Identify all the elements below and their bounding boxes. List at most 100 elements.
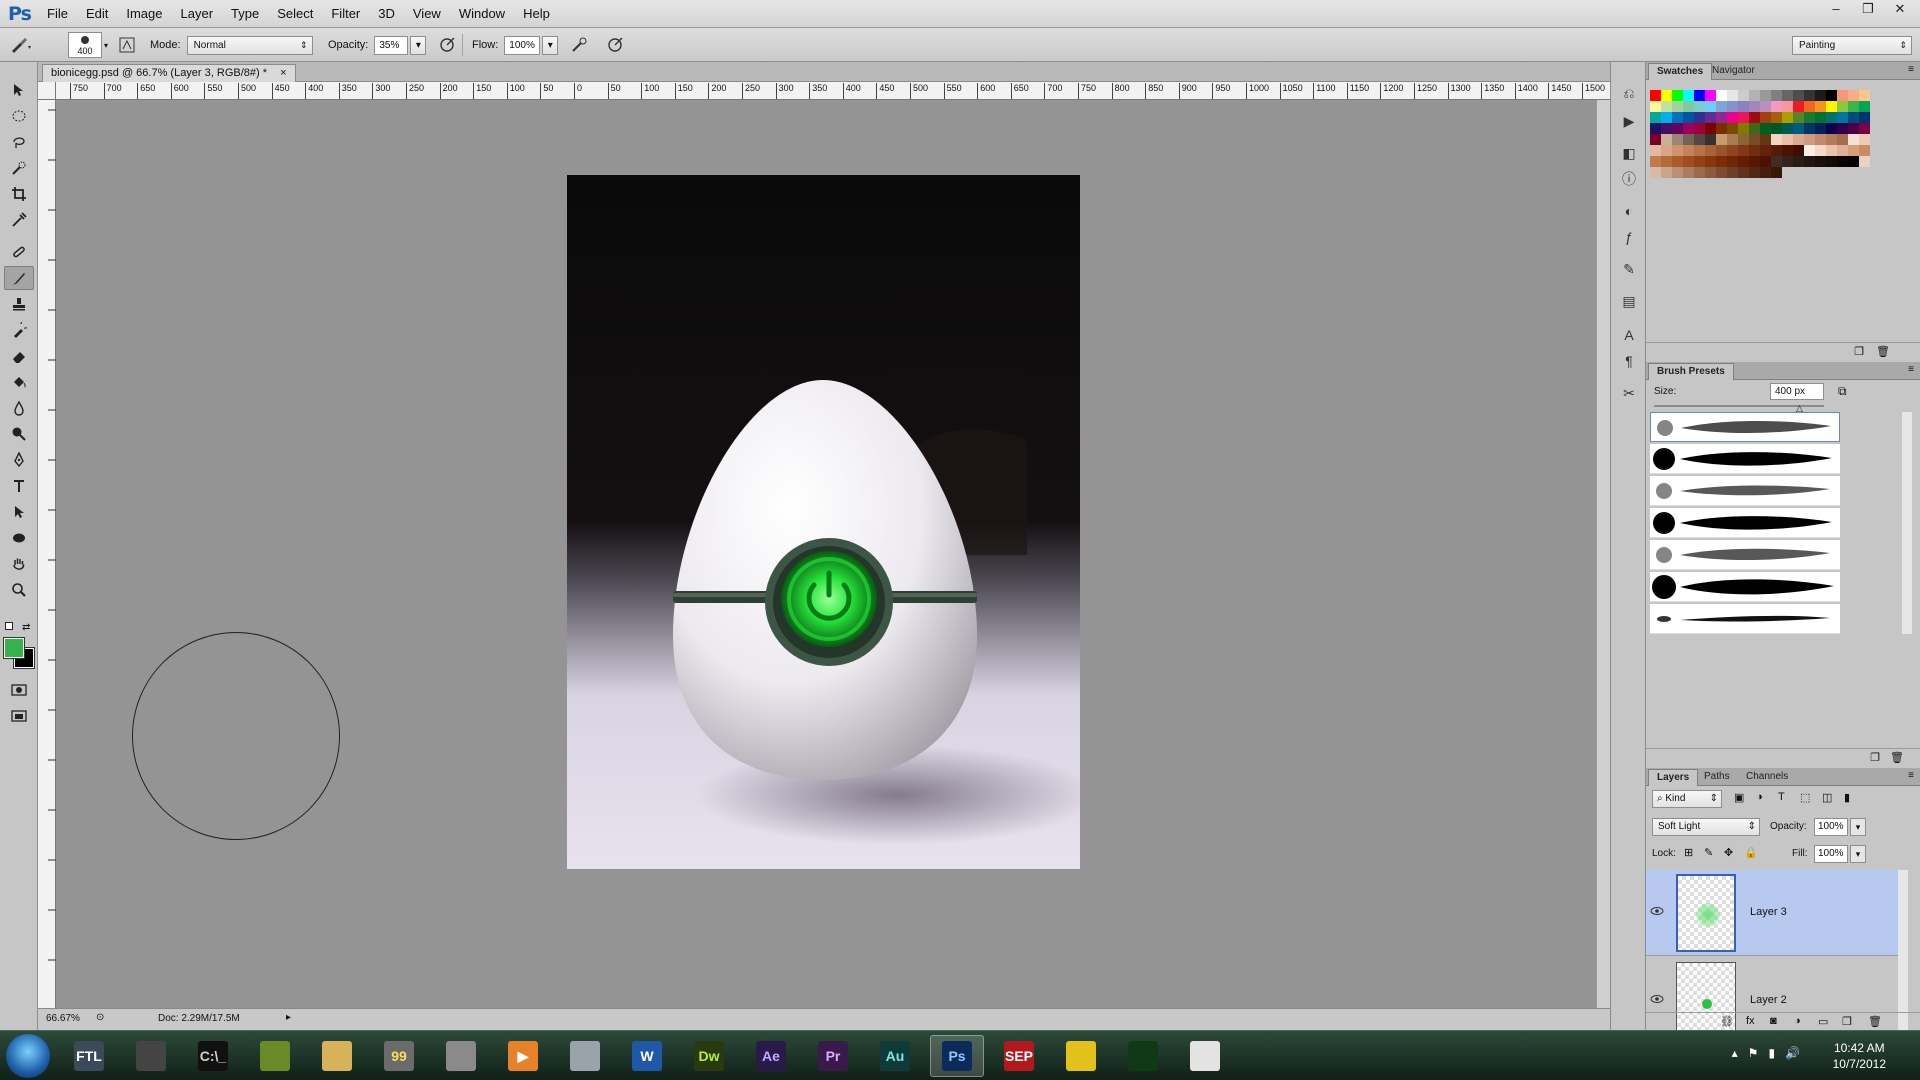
- menu-view[interactable]: View: [404, 0, 450, 28]
- swatch[interactable]: [1683, 101, 1694, 112]
- swatch[interactable]: [1848, 101, 1859, 112]
- swatch[interactable]: [1727, 101, 1738, 112]
- taskbar-app[interactable]: [1116, 1035, 1170, 1077]
- taskbar-app[interactable]: W: [620, 1035, 674, 1077]
- swatch[interactable]: [1848, 156, 1859, 167]
- screen-mode-icon[interactable]: [4, 704, 34, 728]
- mode-select[interactable]: Normal ⇕: [186, 35, 313, 55]
- move-tool-icon[interactable]: [4, 78, 34, 102]
- swatch[interactable]: [1782, 90, 1793, 101]
- blur-tool-icon[interactable]: [4, 396, 34, 420]
- brush-preset-item[interactable]: [1650, 476, 1840, 506]
- tab-brush-presets[interactable]: Brush Presets: [1648, 363, 1734, 380]
- restore-button[interactable]: ❐: [1852, 0, 1884, 20]
- brush-panel-toggle-icon[interactable]: ⧉: [1838, 384, 1847, 399]
- filter-pixel-icon[interactable]: ▣: [1734, 791, 1744, 804]
- vertical-ruler[interactable]: [38, 100, 56, 1008]
- swatch[interactable]: [1738, 134, 1749, 145]
- swatch[interactable]: [1771, 145, 1782, 156]
- swatch[interactable]: [1782, 101, 1793, 112]
- swatch[interactable]: [1694, 123, 1705, 134]
- layer-fill-slider-toggle[interactable]: ▾: [1850, 845, 1866, 863]
- delete-swatch-icon[interactable]: 🗑: [1876, 345, 1890, 358]
- swatch[interactable]: [1749, 123, 1760, 134]
- eyedropper-tool-icon[interactable]: [4, 208, 34, 232]
- swatch[interactable]: [1650, 167, 1661, 178]
- zoom-tool-icon[interactable]: [4, 578, 34, 602]
- swatch[interactable]: [1760, 145, 1771, 156]
- styles-panel-icon[interactable]: ƒ: [1618, 226, 1640, 248]
- swatch[interactable]: [1661, 167, 1672, 178]
- swatch[interactable]: [1716, 112, 1727, 123]
- swatch[interactable]: [1815, 112, 1826, 123]
- taskbar-app[interactable]: [1178, 1035, 1232, 1077]
- taskbar-app[interactable]: [1054, 1035, 1108, 1077]
- eraser-tool-icon[interactable]: [4, 344, 34, 368]
- swatch[interactable]: [1672, 112, 1683, 123]
- tab-channels[interactable]: Channels: [1738, 769, 1796, 786]
- swatch[interactable]: [1815, 101, 1826, 112]
- swatch[interactable]: [1760, 90, 1771, 101]
- swatch[interactable]: [1738, 167, 1749, 178]
- volume-icon[interactable]: 🔊: [1785, 1046, 1800, 1060]
- swatch[interactable]: [1826, 101, 1837, 112]
- swatch[interactable]: [1749, 134, 1760, 145]
- swatch[interactable]: [1738, 145, 1749, 156]
- ruler-origin[interactable]: [38, 82, 56, 100]
- swatch[interactable]: [1804, 134, 1815, 145]
- swatch[interactable]: [1826, 145, 1837, 156]
- paragraph-panel-icon[interactable]: ¶: [1618, 350, 1640, 372]
- taskbar-app[interactable]: [558, 1035, 612, 1077]
- tab-layers[interactable]: Layers: [1648, 769, 1699, 786]
- lock-all-icon[interactable]: 🔒: [1744, 846, 1758, 859]
- swatch[interactable]: [1804, 156, 1815, 167]
- path-selection-tool-icon[interactable]: [4, 500, 34, 524]
- swatch[interactable]: [1694, 134, 1705, 145]
- opacity-input[interactable]: 35%: [374, 35, 409, 55]
- airbrush-icon[interactable]: [568, 34, 590, 56]
- swatch[interactable]: [1716, 101, 1727, 112]
- brush-preset-item[interactable]: [1650, 444, 1840, 474]
- swatch[interactable]: [1804, 90, 1815, 101]
- swatch[interactable]: [1738, 101, 1749, 112]
- swatch[interactable]: [1672, 156, 1683, 167]
- swatch[interactable]: [1694, 145, 1705, 156]
- swap-colors-icon[interactable]: ⇄: [22, 622, 30, 633]
- swatch[interactable]: [1650, 90, 1661, 101]
- start-button[interactable]: [6, 1034, 50, 1078]
- swatch[interactable]: [1694, 101, 1705, 112]
- swatch[interactable]: [1782, 145, 1793, 156]
- crop-tool-icon[interactable]: [4, 182, 34, 206]
- delete-layer-icon[interactable]: 🗑: [1868, 1015, 1882, 1028]
- filter-shape-icon[interactable]: ⬚: [1800, 791, 1810, 804]
- swatch[interactable]: [1837, 123, 1848, 134]
- swatch[interactable]: [1650, 134, 1661, 145]
- create-brush-icon[interactable]: ❐: [1870, 751, 1880, 764]
- swatch[interactable]: [1793, 90, 1804, 101]
- swatch[interactable]: [1661, 90, 1672, 101]
- hand-tool-icon[interactable]: [4, 552, 34, 576]
- swatch[interactable]: [1716, 123, 1727, 134]
- swatch[interactable]: [1760, 101, 1771, 112]
- swatch[interactable]: [1760, 134, 1771, 145]
- layer-filter-select[interactable]: ⌕ Kind ⇕: [1652, 790, 1722, 808]
- network-icon[interactable]: ▮: [1768, 1046, 1775, 1060]
- swatch[interactable]: [1782, 123, 1793, 134]
- swatch[interactable]: [1738, 123, 1749, 134]
- swatch[interactable]: [1705, 134, 1716, 145]
- swatch[interactable]: [1793, 101, 1804, 112]
- layer-opacity-input[interactable]: 100%: [1814, 818, 1848, 836]
- layer-opacity-slider-toggle[interactable]: ▾: [1850, 818, 1866, 836]
- swatch[interactable]: [1749, 112, 1760, 123]
- swatch[interactable]: [1815, 145, 1826, 156]
- vertical-scrollbar[interactable]: [1596, 100, 1610, 1008]
- swatch[interactable]: [1749, 145, 1760, 156]
- tool-presets-panel-icon[interactable]: ✂: [1618, 382, 1640, 404]
- swatch[interactable]: [1683, 123, 1694, 134]
- flow-input[interactable]: 100%: [504, 35, 541, 55]
- taskbar-app[interactable]: ▶: [496, 1035, 550, 1077]
- swatch[interactable]: [1815, 156, 1826, 167]
- status-menu-arrow-icon[interactable]: ▸: [286, 1012, 291, 1023]
- swatch[interactable]: [1650, 156, 1661, 167]
- swatch[interactable]: [1848, 123, 1859, 134]
